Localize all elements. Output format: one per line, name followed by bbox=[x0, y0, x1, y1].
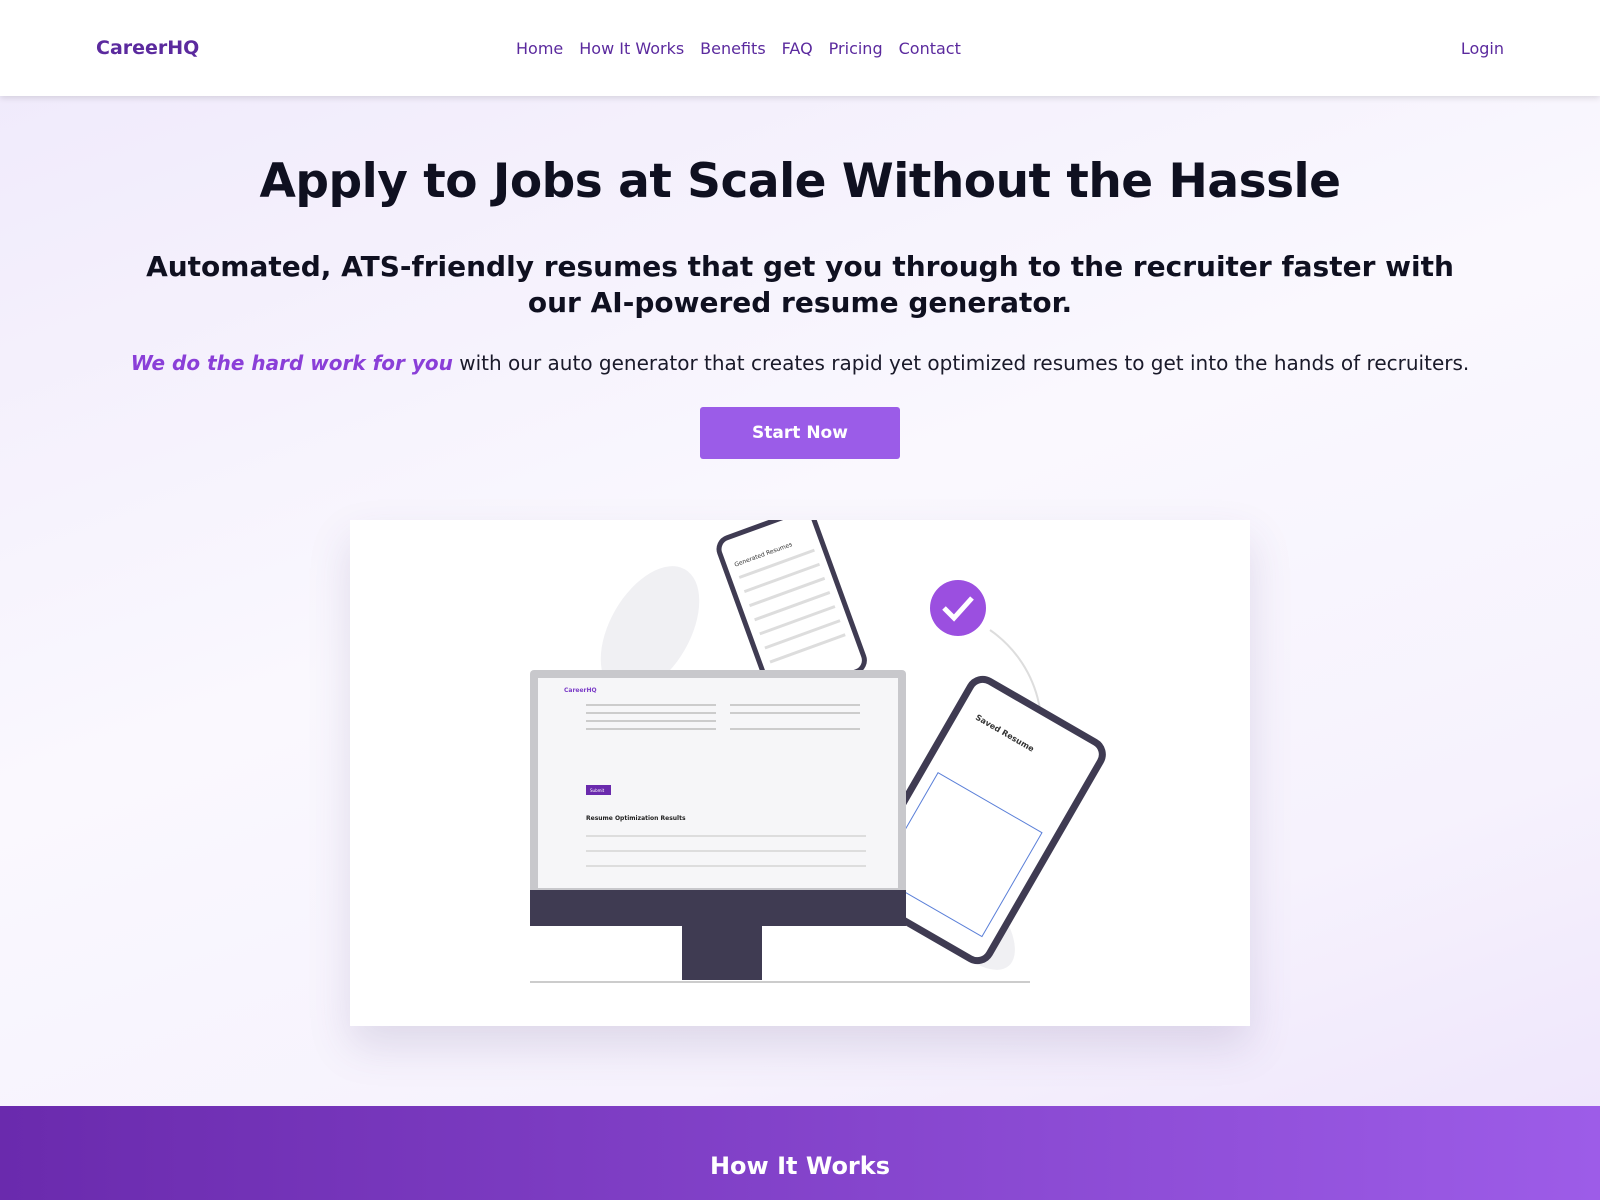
highlight-text: We do the hard work for you bbox=[130, 351, 453, 375]
svg-text:Resume Optimization Results: Resume Optimization Results bbox=[586, 815, 686, 822]
top-nav: CareerHQ Home How It Works Benefits FAQ … bbox=[0, 0, 1600, 96]
main-nav: Home How It Works Benefits FAQ Pricing C… bbox=[516, 39, 1461, 58]
section-title: How It Works bbox=[709, 1152, 891, 1180]
svg-text:CareerHQ: CareerHQ bbox=[564, 687, 597, 694]
hero-subtitle: Automated, ATS-friendly resumes that get… bbox=[146, 250, 1454, 319]
nav-how-it-works[interactable]: How It Works bbox=[579, 39, 684, 58]
nav-benefits[interactable]: Benefits bbox=[700, 39, 766, 58]
hero-description: We do the hard work for you with our aut… bbox=[0, 351, 1600, 375]
description-text: with our auto generator that creates rap… bbox=[452, 351, 1470, 375]
devices-illustration: Generated Resumes Saved Resume CareerHQ … bbox=[530, 508, 1106, 983]
how-it-works-section: How It Works bbox=[0, 1106, 1600, 1200]
svg-text:Submit: Submit bbox=[590, 788, 605, 793]
nav-pricing[interactable]: Pricing bbox=[829, 39, 883, 58]
check-icon bbox=[930, 580, 986, 636]
logo[interactable]: CareerHQ bbox=[96, 37, 516, 59]
hero-title: Apply to Jobs at Scale Without the Hassl… bbox=[259, 154, 1341, 209]
nav-faq[interactable]: FAQ bbox=[782, 39, 813, 58]
start-now-button[interactable]: Start Now bbox=[700, 407, 900, 459]
login-link[interactable]: Login bbox=[1461, 39, 1504, 58]
nav-home[interactable]: Home bbox=[516, 39, 563, 58]
nav-contact[interactable]: Contact bbox=[899, 39, 961, 58]
hero-illustration: Generated Resumes Saved Resume CareerHQ … bbox=[350, 508, 1250, 1026]
